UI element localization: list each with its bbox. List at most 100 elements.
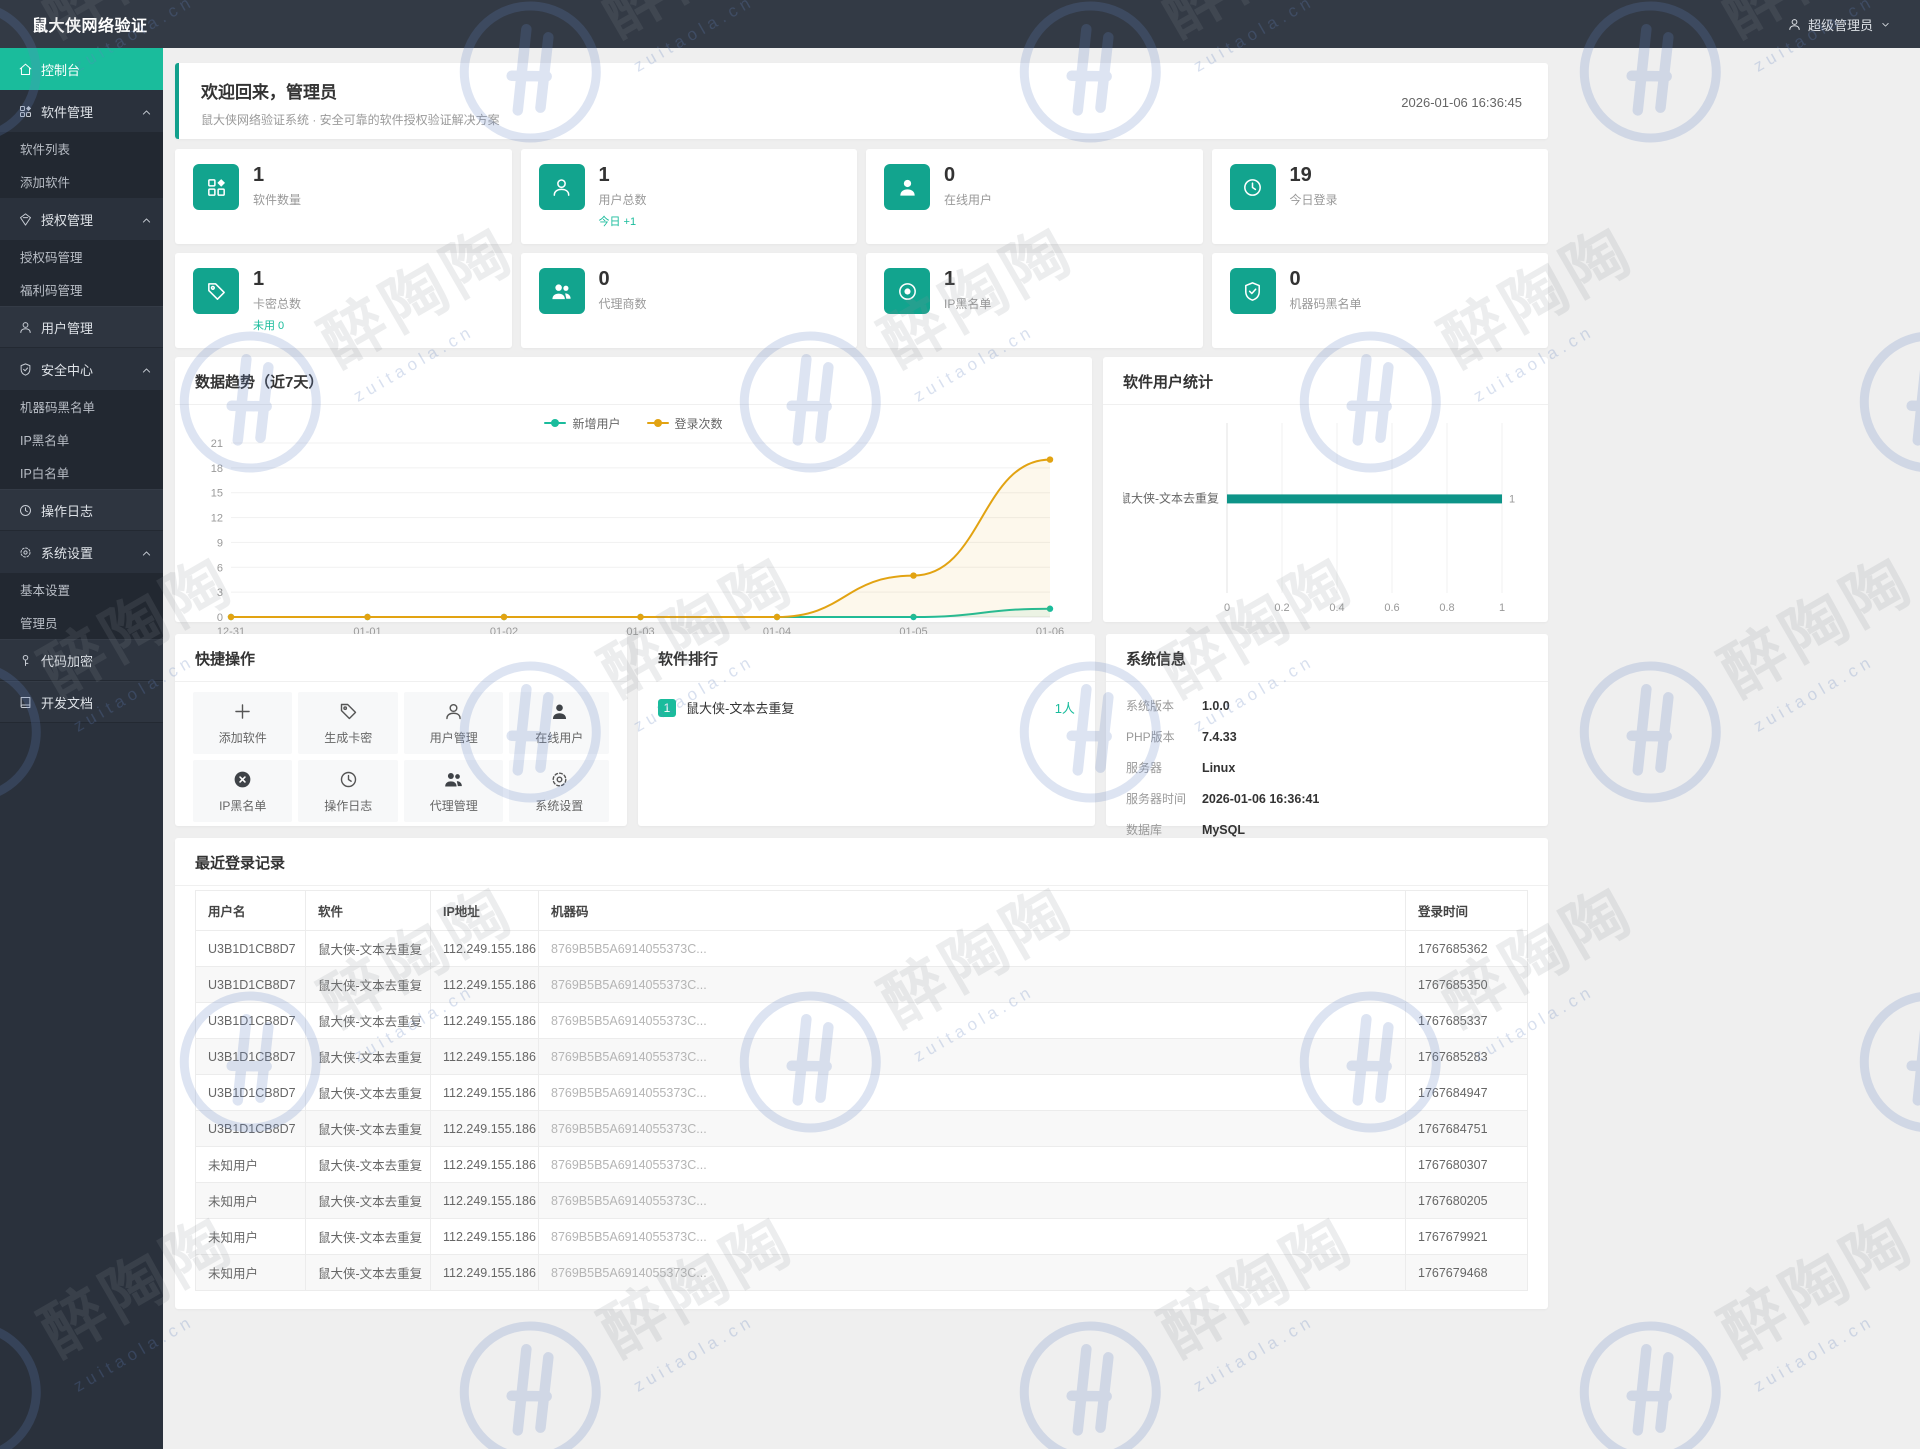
table-cell: 8769B5B5A6914055373C... xyxy=(538,1218,1406,1255)
table-cell: U3B1D1CB8D7 xyxy=(195,1110,306,1147)
stat-value: 1 xyxy=(944,268,956,290)
table-cell: 鼠大侠-文本去重复 xyxy=(305,1074,431,1111)
svg-text:0.8: 0.8 xyxy=(1439,602,1454,614)
table-cell: 8769B5B5A6914055373C... xyxy=(538,1146,1406,1183)
sidebar-item-13[interactable]: 系统设置 xyxy=(0,531,163,573)
users-solid-icon xyxy=(552,283,571,299)
stat-card-4: 1 卡密总数 未用 0 xyxy=(175,253,512,348)
sidebar-item-label: 添加软件 xyxy=(20,176,71,190)
table-cell: 1767685350 xyxy=(1405,966,1528,1003)
sidebar-item-label: 基本设置 xyxy=(20,584,71,598)
svg-text:0: 0 xyxy=(1224,602,1230,614)
stat-value: 1 xyxy=(598,164,610,186)
chevron-up-icon xyxy=(142,218,151,223)
welcome-banner: 欢迎回来，管理员 鼠大侠网络验证系统 · 安全可靠的软件授权验证解决方案 202… xyxy=(175,63,1548,139)
sidebar-item-9[interactable]: 机器码黑名单 xyxy=(0,390,163,423)
stat-value: 0 xyxy=(944,164,956,186)
svg-text:鼠大侠-文本去重复: 鼠大侠-文本去重复 xyxy=(1123,490,1219,505)
topbar: 鼠大侠网络验证 超级管理员 xyxy=(0,0,1920,48)
table-cell: U3B1D1CB8D7 xyxy=(195,1038,306,1075)
stat-icon-tile xyxy=(193,164,239,210)
sidebar-item-10[interactable]: IP黑名单 xyxy=(0,423,163,456)
table-cell: 鼠大侠-文本去重复 xyxy=(305,1182,431,1219)
apps-icon xyxy=(207,178,225,196)
quick-action-4[interactable]: IP黑名单 xyxy=(193,760,293,822)
system-info-row-3: 服务器时间 2026-01-06 16:36:41 xyxy=(1126,783,1528,814)
clock-icon xyxy=(1244,178,1261,196)
quick-action-2[interactable]: 用户管理 xyxy=(403,692,504,754)
target-icon xyxy=(898,282,916,300)
svg-text:9: 9 xyxy=(217,537,223,549)
sidebar-item-3[interactable]: 添加软件 xyxy=(0,165,163,198)
stat-extra: 未用 0 xyxy=(253,320,285,332)
bar-chart-svg: 0 0.2 0.4 0.6 0.8 1 鼠大侠-文本去重复 1 xyxy=(1119,423,1515,614)
user-name: 超级管理员 xyxy=(1807,17,1873,33)
stat-extra xyxy=(599,317,647,328)
legend-item-0[interactable]: 新增用户 xyxy=(544,415,621,432)
table-cell: 112.249.155.186 xyxy=(430,1002,539,1039)
stat-card-3: 19 今日登录 xyxy=(1211,149,1548,244)
system-info-row-0: 系统版本 1.0.0 xyxy=(1126,690,1528,721)
user-menu[interactable]: 超级管理员 xyxy=(1787,15,1892,34)
sidebar-item-1[interactable]: 软件管理 xyxy=(0,90,163,132)
quick-actions-title: 快捷操作 xyxy=(175,634,627,682)
sidebar-item-8[interactable]: 安全中心 xyxy=(0,348,163,390)
sidebar-item-6[interactable]: 福利码管理 xyxy=(0,273,163,306)
stat-icon-tile xyxy=(884,164,930,210)
person-solid-icon xyxy=(552,704,566,719)
sidebar-item-17[interactable]: 开发文档 xyxy=(0,681,163,723)
sidebar-item-5[interactable]: 授权码管理 xyxy=(0,240,163,273)
table-cell: 未知用户 xyxy=(195,1146,306,1183)
sidebar-item-0[interactable]: 控制台 xyxy=(0,48,163,90)
sidebar-item-4[interactable]: 授权管理 xyxy=(0,198,163,240)
table-cell: 1767679468 xyxy=(1405,1254,1528,1291)
table-cell: 1767685283 xyxy=(1405,1038,1528,1075)
sidebar-item-7[interactable]: 用户管理 xyxy=(0,306,163,348)
table-row: U3B1D1CB8D7 鼠大侠-文本去重复 112.249.155.186 8769B… xyxy=(195,1074,1528,1111)
quick-action-6[interactable]: 代理管理 xyxy=(403,760,504,822)
table-header-row: 用户名 软件 IP地址 机器码 登录时间 xyxy=(195,890,1528,931)
stat-value: 0 xyxy=(1289,268,1301,290)
table-column-header: 登录时间 xyxy=(1405,890,1528,931)
table-cell: U3B1D1CB8D7 xyxy=(195,1002,306,1039)
legend-marker xyxy=(544,419,567,427)
system-info-label: 服务器 xyxy=(1125,761,1162,775)
tag-icon xyxy=(207,282,225,300)
sidebar-item-14[interactable]: 基本设置 xyxy=(0,573,163,606)
quick-action-label: 操作日志 xyxy=(324,798,373,813)
sidebar-item-12[interactable]: 操作日志 xyxy=(0,489,163,531)
book-icon xyxy=(20,696,31,708)
quick-action-1[interactable]: 生成卡密 xyxy=(298,692,398,754)
table-cell: 112.249.155.186 xyxy=(430,1038,539,1075)
table-cell: U3B1D1CB8D7 xyxy=(195,930,306,967)
sidebar-item-15[interactable]: 管理员 xyxy=(0,606,163,639)
quick-action-7[interactable]: 系统设置 xyxy=(509,760,609,822)
table-cell: 8769B5B5A6914055373C... xyxy=(538,1254,1406,1291)
table-cell: 未知用户 xyxy=(195,1182,306,1219)
sidebar-item-2[interactable]: 软件列表 xyxy=(0,132,163,165)
table-row: U3B1D1CB8D7 鼠大侠-文本去重复 112.249.155.186 8769B… xyxy=(195,966,1528,1003)
stat-extra xyxy=(944,317,991,328)
table-cell: 鼠大侠-文本去重复 xyxy=(305,930,431,967)
quick-action-label: 添加软件 xyxy=(218,730,267,745)
sidebar-item-label: 软件管理 xyxy=(41,104,94,120)
gear-icon xyxy=(20,547,31,557)
legend-label: 新增用户 xyxy=(572,416,621,431)
quick-action-5[interactable]: 操作日志 xyxy=(298,760,398,822)
quick-action-3[interactable]: 在线用户 xyxy=(509,692,609,754)
sidebar-item-11[interactable]: IP白名单 xyxy=(0,456,163,489)
sidebar-item-16[interactable]: 代码加密 xyxy=(0,639,163,681)
software-ranking-title: 软件排行 xyxy=(637,634,1095,682)
system-info-value: 2026-01-06 16:36:41 xyxy=(1201,791,1320,806)
stat-label: 今日登录 xyxy=(1289,193,1338,207)
system-info-card: 系统信息 系统版本 1.0.0 PHP版本 7.4.33 服务器 Linux 服务器时… xyxy=(1105,634,1548,837)
quick-action-label: 在线用户 xyxy=(535,730,584,745)
stat-card-6: 1 IP黑名单 xyxy=(866,253,1203,348)
current-datetime: 2026-01-06 16:36:45 xyxy=(1401,95,1522,110)
quick-action-0[interactable]: 添加软件 xyxy=(193,692,293,754)
table-cell: 鼠大侠-文本去重复 xyxy=(305,1254,431,1291)
stat-label: 在线用户 xyxy=(944,193,993,207)
shield-icon xyxy=(20,362,31,376)
sidebar: 控制台软件管理软件列表添加软件授权管理 授权码管理 福利码管理 用户管理 安全中心 机器码… xyxy=(0,48,163,1449)
legend-item-1[interactable]: 登录次数 xyxy=(646,415,723,432)
